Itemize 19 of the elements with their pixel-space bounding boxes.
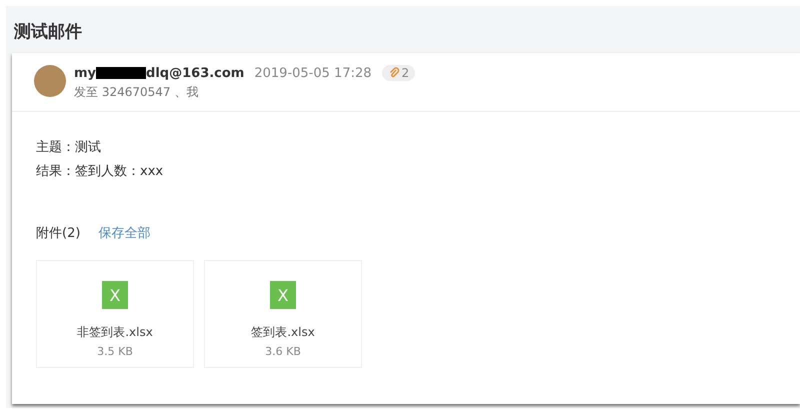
sent-date: 2019-05-05 17:28 [254,66,372,80]
avatar [34,65,66,97]
file-name: 签到表.xlsx [251,324,315,341]
file-size: 3.5 KB [97,345,133,358]
body-line: 结果：签到人数：xxx [36,163,164,180]
attachment-card[interactable]: X 签到表.xlsx 3.6 KB [204,260,362,368]
sender-prefix: my [74,66,96,80]
spreadsheet-icon: X [102,281,128,309]
attachments-label: 附件(2) [36,225,80,242]
body-line: 主题：测试 [36,139,102,156]
attachment-card[interactable]: X 非签到表.xlsx 3.5 KB [36,260,194,368]
sender-address: dlq@163.com [146,66,244,80]
file-name: 非签到表.xlsx [77,324,153,341]
spreadsheet-icon: X [270,281,296,309]
save-all-link[interactable]: 保存全部 [98,224,150,242]
file-size: 3.6 KB [265,345,301,358]
recipients: 发至 324670547 、我 [74,84,200,101]
paperclip-icon [388,67,400,79]
email-title: 测试邮件 [13,21,83,44]
